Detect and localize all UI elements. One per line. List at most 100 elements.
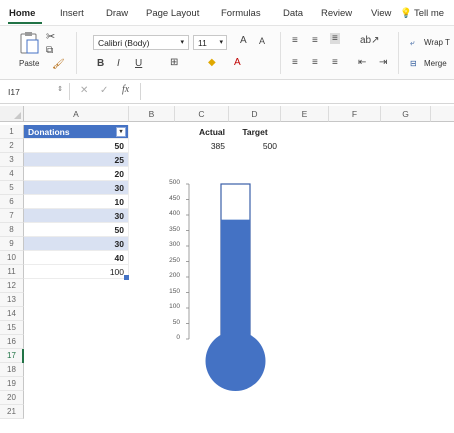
donations-header-label: Donations bbox=[28, 127, 70, 137]
column-header-a[interactable]: A bbox=[24, 106, 129, 122]
decrease-font-icon[interactable]: A bbox=[259, 36, 265, 46]
row-header-16[interactable]: 16 bbox=[0, 335, 24, 349]
donation-value-cell[interactable]: 30 bbox=[24, 237, 129, 251]
enter-icon[interactable]: ✓ bbox=[100, 85, 108, 96]
font-size-select[interactable]: 11 ▾ bbox=[193, 35, 227, 50]
column-header-g[interactable]: G bbox=[381, 106, 431, 122]
underline-button[interactable]: U bbox=[135, 58, 142, 69]
donation-value-cell[interactable]: 50 bbox=[24, 223, 129, 237]
tab-formulas[interactable]: Formulas bbox=[221, 8, 261, 19]
donation-value-cell[interactable]: 20 bbox=[24, 167, 129, 181]
align-top-icon[interactable]: ≡ bbox=[292, 35, 298, 46]
italic-button[interactable]: I bbox=[117, 58, 120, 69]
tab-page-layout[interactable]: Page Layout bbox=[146, 8, 199, 19]
donation-value-cell[interactable]: 40 bbox=[24, 251, 129, 265]
tab-review[interactable]: Review bbox=[321, 8, 352, 19]
borders-icon[interactable]: ⊞ bbox=[170, 57, 178, 68]
align-right-icon[interactable]: ≡ bbox=[332, 57, 338, 68]
row-header-4[interactable]: 4 bbox=[0, 167, 24, 181]
donation-value-cell[interactable]: 100 bbox=[24, 265, 129, 279]
filter-dropdown-icon[interactable]: ▾ bbox=[116, 127, 126, 137]
copy-icon[interactable]: ⧉ bbox=[46, 45, 53, 56]
row-header-6[interactable]: 6 bbox=[0, 195, 24, 209]
align-bottom-icon[interactable]: ≡ bbox=[330, 33, 340, 44]
align-left-icon[interactable]: ≡ bbox=[292, 57, 298, 68]
row-header-11[interactable]: 11 bbox=[0, 265, 24, 279]
increase-indent-icon[interactable]: ⇥ bbox=[379, 57, 387, 68]
fill-color-icon[interactable]: ◆ bbox=[208, 57, 216, 68]
column-header-f[interactable]: F bbox=[329, 106, 381, 122]
row-header-8[interactable]: 8 bbox=[0, 223, 24, 237]
font-size-value: 11 bbox=[198, 38, 207, 48]
active-tab-indicator bbox=[8, 22, 42, 24]
row-header-1[interactable]: 1 bbox=[0, 125, 24, 139]
row-header-13[interactable]: 13 bbox=[0, 293, 24, 307]
row-header-17[interactable]: 17 bbox=[0, 349, 24, 363]
wrap-text-button[interactable]: Wrap T bbox=[424, 38, 450, 47]
tab-home[interactable]: Home bbox=[9, 8, 35, 19]
target-value-cell[interactable]: 500 bbox=[229, 139, 281, 153]
donation-value-cell[interactable]: 30 bbox=[24, 181, 129, 195]
merge-icon: ⊟ bbox=[410, 59, 417, 68]
formula-bar: I17 ⇕ ✕ ✓ fx bbox=[0, 80, 454, 104]
row-header-3[interactable]: 3 bbox=[0, 153, 24, 167]
row-header-12[interactable]: 12 bbox=[0, 279, 24, 293]
font-name-select[interactable]: Calibri (Body) ▾ bbox=[93, 35, 189, 50]
actual-label-cell[interactable]: Actual bbox=[175, 125, 229, 139]
row-header-2[interactable]: 2 bbox=[0, 139, 24, 153]
paste-label: Paste bbox=[19, 59, 40, 68]
cut-icon[interactable]: ✂ bbox=[46, 30, 55, 43]
y-axis-tick-label: 500 bbox=[169, 179, 180, 186]
column-header-c[interactable]: C bbox=[175, 106, 229, 122]
row-header-9[interactable]: 9 bbox=[0, 237, 24, 251]
row-header-10[interactable]: 10 bbox=[0, 251, 24, 265]
row-header-18[interactable]: 18 bbox=[0, 363, 24, 377]
font-color-icon[interactable]: A bbox=[234, 57, 241, 68]
merge-button[interactable]: Merge bbox=[424, 59, 447, 68]
donation-value-cell[interactable]: 25 bbox=[24, 153, 129, 167]
row-header-21[interactable]: 21 bbox=[0, 405, 24, 419]
row-header-7[interactable]: 7 bbox=[0, 209, 24, 223]
donation-value-cell[interactable]: 50 bbox=[24, 139, 129, 153]
increase-font-icon[interactable]: A bbox=[240, 35, 247, 46]
ribbon: Paste ✂ ⧉ 🖌 Calibri (Body) ▾ 11 ▾ A A B … bbox=[0, 26, 454, 80]
cancel-icon[interactable]: ✕ bbox=[80, 85, 88, 96]
column-header-d[interactable]: D bbox=[229, 106, 281, 122]
chevron-down-icon: ▾ bbox=[180, 39, 184, 46]
column-header-e[interactable]: E bbox=[281, 106, 329, 122]
bold-button[interactable]: B bbox=[97, 58, 104, 69]
name-box-dropdown-icon[interactable]: ⇕ bbox=[57, 85, 63, 93]
row-header-20[interactable]: 20 bbox=[0, 391, 24, 405]
select-all-button[interactable] bbox=[0, 106, 24, 122]
column-header-h[interactable] bbox=[431, 106, 454, 122]
clipboard-icon bbox=[20, 32, 39, 54]
row-header-15[interactable]: 15 bbox=[0, 321, 24, 335]
donation-value-cell[interactable]: 30 bbox=[24, 209, 129, 223]
paste-button[interactable]: Paste bbox=[14, 31, 46, 75]
donation-value-cell[interactable]: 10 bbox=[24, 195, 129, 209]
name-box[interactable]: I17 ⇕ bbox=[0, 83, 70, 100]
format-painter-icon[interactable]: 🖌 bbox=[52, 59, 65, 70]
row-header-19[interactable]: 19 bbox=[0, 377, 24, 391]
column-header-b[interactable]: B bbox=[129, 106, 175, 122]
tab-insert[interactable]: Insert bbox=[60, 8, 84, 19]
decrease-indent-icon[interactable]: ⇤ bbox=[358, 57, 366, 68]
actual-value-cell[interactable]: 385 bbox=[175, 139, 229, 153]
row-header-5[interactable]: 5 bbox=[0, 181, 24, 195]
orientation-icon[interactable]: ab↗ bbox=[360, 35, 380, 46]
align-middle-icon[interactable]: ≡ bbox=[312, 35, 318, 46]
wrap-text-icon: ⤶ bbox=[410, 38, 415, 47]
tab-data[interactable]: Data bbox=[283, 8, 303, 19]
tab-draw[interactable]: Draw bbox=[106, 8, 128, 19]
tab-view[interactable]: View bbox=[371, 8, 391, 19]
tell-me-search[interactable]: Tell me bbox=[414, 8, 444, 19]
fill-handle[interactable] bbox=[124, 275, 129, 280]
align-center-icon[interactable]: ≡ bbox=[312, 57, 318, 68]
row-header-14[interactable]: 14 bbox=[0, 307, 24, 321]
actual-fill-bar bbox=[221, 219, 250, 361]
y-axis-tick-label: 50 bbox=[172, 318, 180, 326]
function-icon[interactable]: fx bbox=[122, 84, 129, 95]
donations-header-cell[interactable]: Donations ▾ bbox=[24, 125, 129, 139]
ribbon-divider bbox=[280, 32, 281, 74]
target-label-cell[interactable]: Target bbox=[229, 125, 281, 139]
